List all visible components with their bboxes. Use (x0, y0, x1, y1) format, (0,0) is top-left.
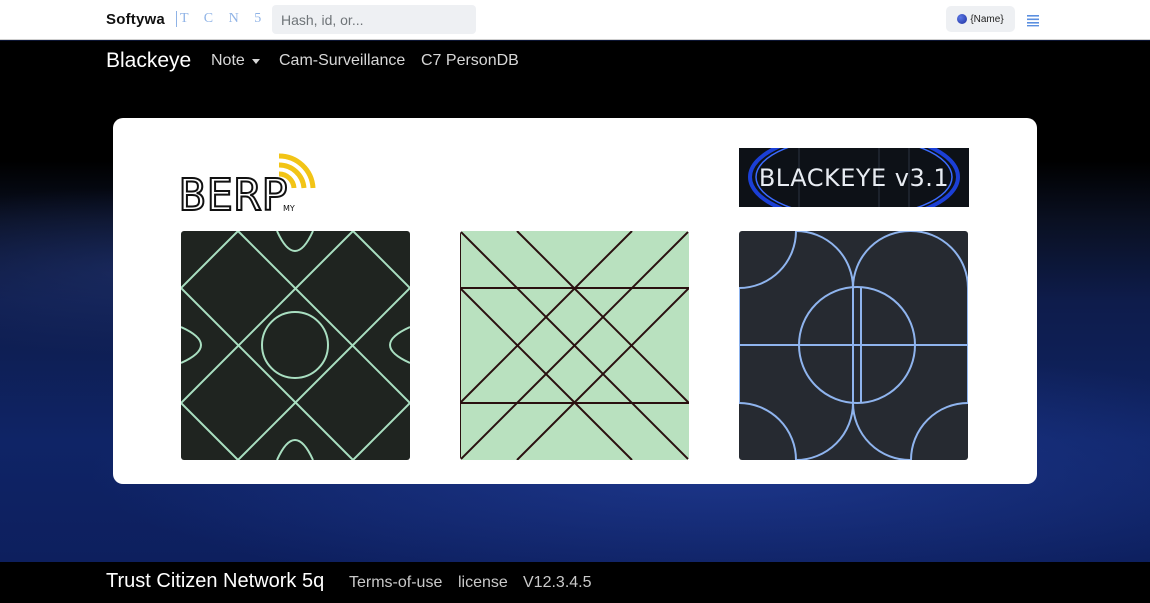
menu-icon[interactable] (1026, 13, 1040, 27)
top-bar: Softywa T C N 5 Q {Name} (0, 0, 1150, 40)
nav-item-label: Note (211, 52, 245, 69)
grid-circle-pattern (181, 231, 410, 460)
berp-logo-text: BERP (179, 170, 289, 214)
footer-link-license[interactable]: license (458, 574, 508, 592)
nav-brand[interactable]: Blackeye (106, 49, 191, 73)
brand-logo[interactable]: Softywa (106, 11, 165, 28)
pattern-tile-1[interactable] (181, 231, 410, 460)
pattern-tile-2[interactable] (460, 231, 689, 460)
arcs-circle-pattern (739, 231, 968, 460)
diagonal-lines-pattern (460, 231, 689, 460)
search-input[interactable] (272, 5, 476, 34)
user-name-label: {Name} (970, 13, 1004, 25)
footer-link-terms[interactable]: Terms-of-use (349, 574, 442, 592)
blackeye-banner[interactable]: BLACKEYE v3.1 (739, 148, 969, 207)
nav-item-note[interactable]: Note (211, 52, 260, 70)
berp-logo-sub: MY (283, 204, 295, 213)
nav-item-label: C7 PersonDB (421, 52, 519, 69)
footer-version: V12.3.4.5 (523, 574, 592, 591)
footer: Trust Citizen Network 5q Terms-of-use li… (0, 562, 1150, 603)
nav-item-cam-surveillance[interactable]: Cam-Surveillance (279, 52, 405, 70)
main-card: BERP MY BLACKEYE v3.1 (113, 118, 1037, 484)
pattern-tile-3[interactable] (739, 231, 968, 460)
nav-item-c7-persondb[interactable]: C7 PersonDB (421, 52, 519, 70)
footer-brand[interactable]: Trust Citizen Network 5q (106, 570, 324, 593)
chevron-down-icon (251, 59, 260, 64)
banner-text: BLACKEYE v3.1 (758, 163, 950, 192)
berp-logo[interactable]: BERP MY (179, 148, 319, 214)
user-button[interactable]: {Name} (946, 6, 1015, 32)
nav-item-label: Cam-Surveillance (279, 52, 406, 69)
globe-icon (957, 14, 968, 24)
